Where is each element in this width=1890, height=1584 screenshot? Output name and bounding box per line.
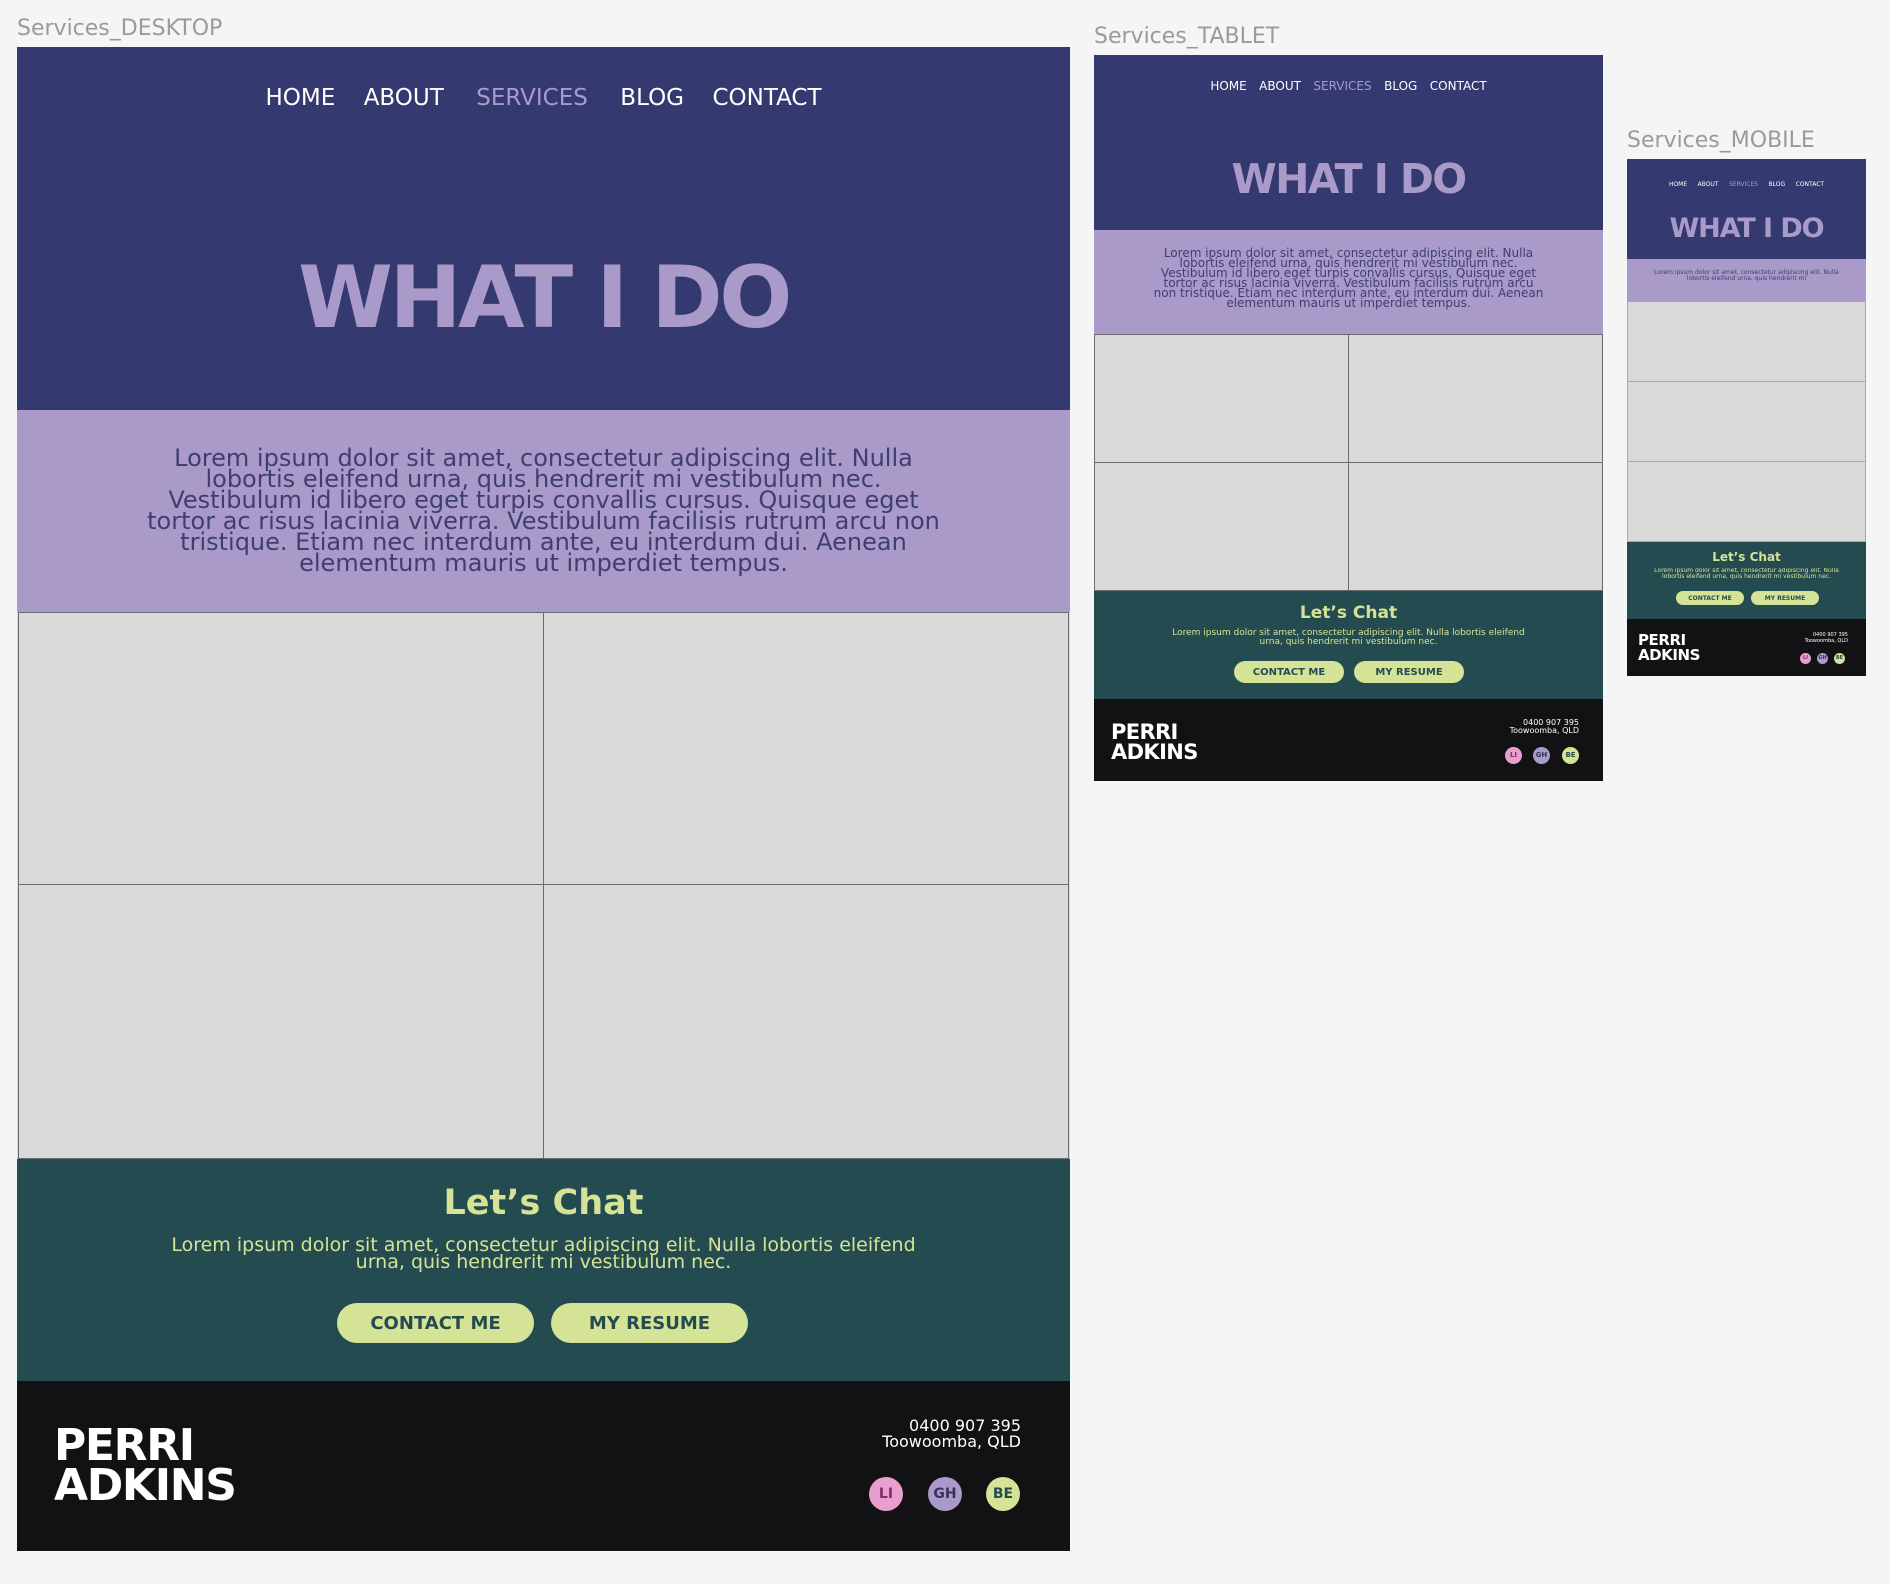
tablet-service-placeholder-1: [1094, 334, 1349, 463]
mobile-nav-home[interactable]: HOME: [1669, 181, 1687, 188]
tablet-github-icon[interactable]: GH: [1533, 747, 1550, 764]
mobile-footer-brand-logo: PERRI ADKINS: [1638, 633, 1700, 663]
mobile-footer-contact-info: 0400 907 395 Toowoomba, QLD: [1805, 632, 1848, 644]
contact-me-button[interactable]: CONTACT ME: [337, 1303, 534, 1343]
service-placeholder-3: [18, 884, 544, 1159]
brand-line-2: ADKINS: [54, 1460, 237, 1511]
mobile-chat-text: Lorem ipsum dolor sit amet, consectetur …: [1654, 568, 1839, 580]
mobile-nav-blog[interactable]: BLOG: [1769, 181, 1786, 188]
tablet-behance-icon[interactable]: BE: [1562, 747, 1579, 764]
chat-title: Let’s Chat: [443, 1183, 644, 1223]
nav-services[interactable]: SERVICES: [476, 85, 588, 111]
tablet-brand-line-2: ADKINS: [1111, 740, 1198, 764]
mobile-footer-location: Toowoomba, QLD: [1804, 638, 1848, 644]
mobile-linkedin-icon[interactable]: LI: [1800, 653, 1811, 664]
tablet-footer-contact-info: 0400 907 395 Toowoomba, QLD: [1510, 719, 1579, 735]
tablet-nav-blog[interactable]: BLOG: [1384, 79, 1417, 93]
footer-location: Toowoomba, QLD: [882, 1432, 1021, 1451]
mobile-brand-line-2: ADKINS: [1638, 646, 1700, 664]
tablet-frame-label: Services_TABLET: [1094, 24, 1280, 49]
tablet-brand-line-1: PERRI: [1111, 720, 1178, 744]
intro-text: Lorem ipsum dolor sit amet, consectetur …: [147, 444, 940, 577]
service-placeholder-2: [543, 612, 1069, 885]
tablet-service-placeholder-3: [1094, 462, 1349, 591]
mobile-intro-section: Lorem ipsum dolor sit amet, consectetur …: [1627, 259, 1866, 301]
tablet-chat-section: Let’s Chat Lorem ipsum dolor sit amet, c…: [1094, 591, 1603, 699]
mobile-frame-label: Services_MOBILE: [1627, 128, 1815, 153]
desktop-frame: HOME ABOUT SERVICES BLOG CONTACT WHAT I …: [17, 47, 1070, 1551]
chat-text: Lorem ipsum dolor sit amet, consectetur …: [171, 1234, 916, 1273]
tablet-main-nav: HOME ABOUT SERVICES BLOG CONTACT: [1094, 77, 1603, 95]
hero-section: HOME ABOUT SERVICES BLOG CONTACT WHAT I …: [17, 47, 1070, 410]
tablet-chat-title: Let’s Chat: [1299, 603, 1398, 623]
tablet-service-placeholder-2: [1348, 334, 1603, 463]
mobile-footer: PERRI ADKINS 0400 907 395 Toowoomba, QLD…: [1627, 619, 1866, 676]
footer: PERRI ADKINS 0400 907 395 Toowoomba, QLD…: [17, 1381, 1070, 1551]
mobile-service-placeholder-1: [1627, 301, 1866, 382]
tablet-chat-text: Lorem ipsum dolor sit amet, consectetur …: [1172, 628, 1525, 647]
tablet-nav-home[interactable]: HOME: [1210, 79, 1246, 93]
tablet-nav-contact[interactable]: CONTACT: [1430, 79, 1487, 93]
desktop-frame-label: Services_DESKTOP: [17, 16, 223, 41]
service-placeholder-4: [543, 884, 1069, 1159]
mobile-services-grid: [1627, 301, 1866, 542]
mobile-service-placeholder-2: [1627, 381, 1866, 462]
tablet-intro-section: Lorem ipsum dolor sit amet, consectetur …: [1094, 230, 1603, 334]
github-icon[interactable]: GH: [928, 1477, 962, 1511]
mobile-nav-contact[interactable]: CONTACT: [1796, 181, 1824, 188]
nav-about[interactable]: ABOUT: [364, 85, 444, 111]
mobile-github-icon[interactable]: GH: [1817, 653, 1828, 664]
services-grid: [17, 612, 1070, 1159]
mobile-frame: HOME ABOUT SERVICES BLOG CONTACT WHAT I …: [1627, 159, 1866, 676]
mobile-nav-services[interactable]: SERVICES: [1729, 181, 1758, 188]
tablet-hero-section: HOME ABOUT SERVICES BLOG CONTACT WHAT I …: [1094, 55, 1603, 230]
behance-icon[interactable]: BE: [986, 1477, 1020, 1511]
tablet-linkedin-icon[interactable]: LI: [1505, 747, 1522, 764]
mobile-my-resume-button[interactable]: MY RESUME: [1751, 591, 1819, 605]
mobile-nav-about[interactable]: ABOUT: [1698, 181, 1719, 188]
tablet-footer: PERRI ADKINS 0400 907 395 Toowoomba, QLD…: [1094, 699, 1603, 781]
tablet-contact-me-button[interactable]: CONTACT ME: [1234, 661, 1344, 683]
service-placeholder-1: [18, 612, 544, 885]
mobile-intro-text: Lorem ipsum dolor sit amet, consectetur …: [1654, 269, 1839, 282]
nav-home[interactable]: HOME: [265, 85, 335, 111]
tablet-page-title: WHAT I DO: [1231, 155, 1468, 203]
mobile-contact-me-button[interactable]: CONTACT ME: [1676, 591, 1744, 605]
mobile-chat-title: Let’s Chat: [1712, 550, 1781, 564]
linkedin-icon[interactable]: LI: [869, 1477, 903, 1511]
mobile-chat-section: Let’s Chat Lorem ipsum dolor sit amet, c…: [1627, 542, 1866, 619]
nav-contact[interactable]: CONTACT: [712, 85, 821, 111]
tablet-nav-services[interactable]: SERVICES: [1313, 79, 1371, 93]
tablet-my-resume-button[interactable]: MY RESUME: [1354, 661, 1464, 683]
mobile-service-placeholder-3: [1627, 461, 1866, 542]
tablet-footer-brand-logo: PERRI ADKINS: [1111, 720, 1198, 764]
footer-contact-info: 0400 907 395 Toowoomba, QLD: [882, 1418, 1021, 1450]
tablet-nav-about[interactable]: ABOUT: [1259, 79, 1301, 93]
mobile-hero-section: HOME ABOUT SERVICES BLOG CONTACT WHAT I …: [1627, 159, 1866, 259]
mobile-behance-icon[interactable]: BE: [1834, 653, 1845, 664]
main-nav: HOME ABOUT SERVICES BLOG CONTACT: [17, 85, 1070, 111]
chat-section: Let’s Chat Lorem ipsum dolor sit amet, c…: [17, 1159, 1070, 1381]
tablet-frame: HOME ABOUT SERVICES BLOG CONTACT WHAT I …: [1094, 55, 1603, 781]
tablet-service-placeholder-4: [1348, 462, 1603, 591]
mobile-page-title: WHAT I DO: [1669, 213, 1824, 244]
tablet-footer-location: Toowoomba, QLD: [1509, 726, 1579, 735]
page-title: WHAT I DO: [298, 248, 792, 348]
nav-blog[interactable]: BLOG: [620, 85, 684, 111]
tablet-services-grid: [1094, 334, 1603, 591]
mobile-main-nav: HOME ABOUT SERVICES BLOG CONTACT: [1627, 173, 1866, 191]
my-resume-button[interactable]: MY RESUME: [551, 1303, 748, 1343]
intro-section: Lorem ipsum dolor sit amet, consectetur …: [17, 410, 1070, 612]
footer-brand-logo: PERRI ADKINS: [54, 1424, 237, 1511]
tablet-intro-text: Lorem ipsum dolor sit amet, consectetur …: [1153, 246, 1544, 310]
